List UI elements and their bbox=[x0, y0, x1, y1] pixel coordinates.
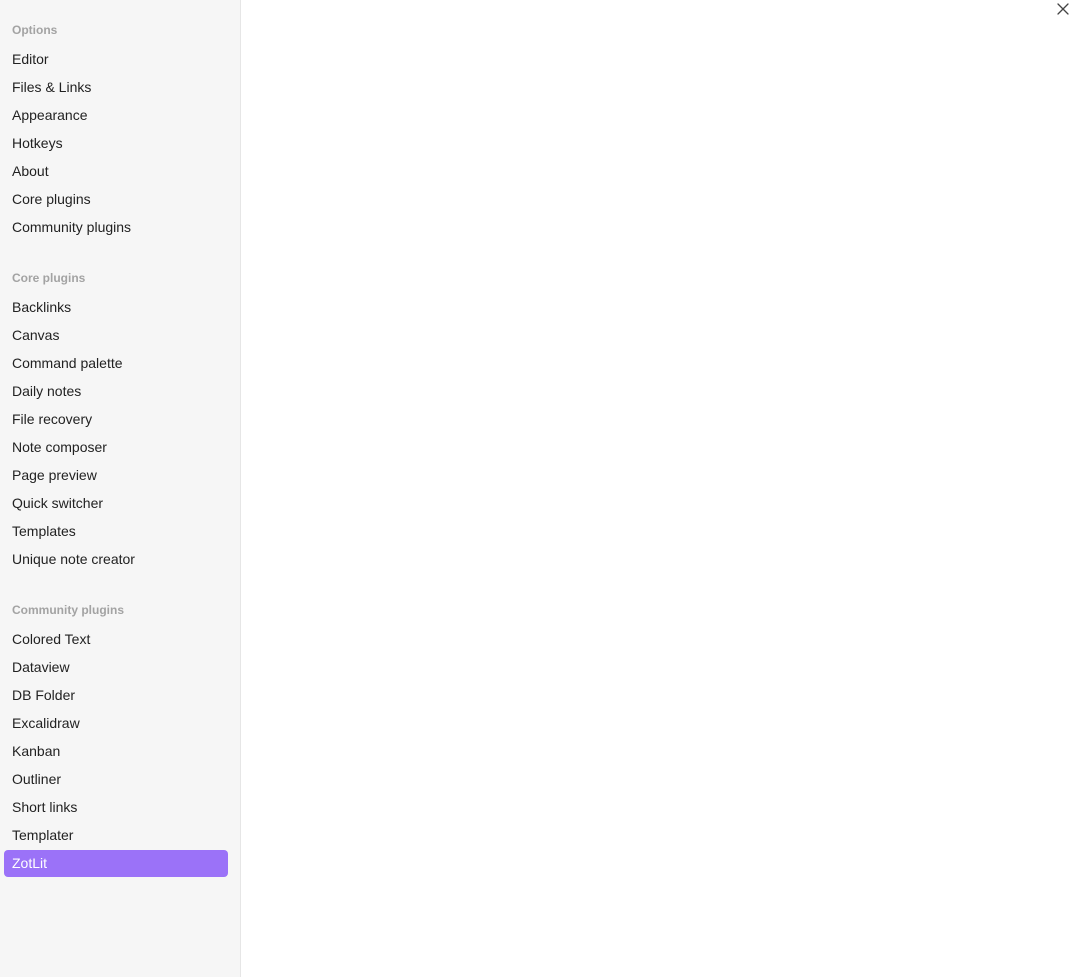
sidebar-item-quick-switcher[interactable]: Quick switcher bbox=[4, 490, 228, 517]
settings-content bbox=[241, 0, 1075, 977]
sidebar-item-community-plugins[interactable]: Community plugins bbox=[4, 214, 228, 241]
sidebar-item-hotkeys[interactable]: Hotkeys bbox=[4, 130, 228, 157]
sidebar-item-core-plugins[interactable]: Core plugins bbox=[4, 186, 228, 213]
sidebar-item-outliner[interactable]: Outliner bbox=[4, 766, 228, 793]
sidebar-item-dataview[interactable]: Dataview bbox=[4, 654, 228, 681]
sidebar-item-excalidraw[interactable]: Excalidraw bbox=[4, 710, 228, 737]
sidebar-item-canvas[interactable]: Canvas bbox=[4, 322, 228, 349]
settings-window: Options Editor Files & Links Appearance … bbox=[0, 0, 1075, 977]
sidebar-item-colored-text[interactable]: Colored Text bbox=[4, 626, 228, 653]
sidebar-item-files-links[interactable]: Files & Links bbox=[4, 74, 228, 101]
sidebar-group-core-plugins: Core plugins Backlinks Canvas Command pa… bbox=[0, 266, 240, 573]
settings-sidebar: Options Editor Files & Links Appearance … bbox=[0, 0, 241, 977]
sidebar-item-file-recovery[interactable]: File recovery bbox=[4, 406, 228, 433]
sidebar-item-zotlit[interactable]: ZotLit bbox=[4, 850, 228, 877]
group-title: Community plugins bbox=[12, 603, 124, 617]
sidebar-item-backlinks[interactable]: Backlinks bbox=[4, 294, 228, 321]
sidebar-item-appearance[interactable]: Appearance bbox=[4, 102, 228, 129]
sidebar-item-unique-note-creator[interactable]: Unique note creator bbox=[4, 546, 228, 573]
close-button[interactable] bbox=[1053, 0, 1073, 20]
sidebar-item-templater[interactable]: Templater bbox=[4, 822, 228, 849]
sidebar-item-about[interactable]: About bbox=[4, 158, 228, 185]
sidebar-item-command-palette[interactable]: Command palette bbox=[4, 350, 228, 377]
sidebar-item-daily-notes[interactable]: Daily notes bbox=[4, 378, 228, 405]
close-icon bbox=[1057, 3, 1069, 15]
sidebar-item-kanban[interactable]: Kanban bbox=[4, 738, 228, 765]
sidebar-item-db-folder[interactable]: DB Folder bbox=[4, 682, 228, 709]
sidebar-group-options: Options Editor Files & Links Appearance … bbox=[0, 18, 240, 241]
sidebar-group-community-plugins: Community plugins Colored Text Dataview … bbox=[0, 598, 240, 877]
sidebar-item-note-composer[interactable]: Note composer bbox=[4, 434, 228, 461]
group-title: Options bbox=[12, 23, 58, 37]
sidebar-item-editor[interactable]: Editor bbox=[4, 46, 228, 73]
sidebar-item-page-preview[interactable]: Page preview bbox=[4, 462, 228, 489]
group-title: Core plugins bbox=[12, 271, 86, 285]
sidebar-item-templates[interactable]: Templates bbox=[4, 518, 228, 545]
sidebar-item-short-links[interactable]: Short links bbox=[4, 794, 228, 821]
